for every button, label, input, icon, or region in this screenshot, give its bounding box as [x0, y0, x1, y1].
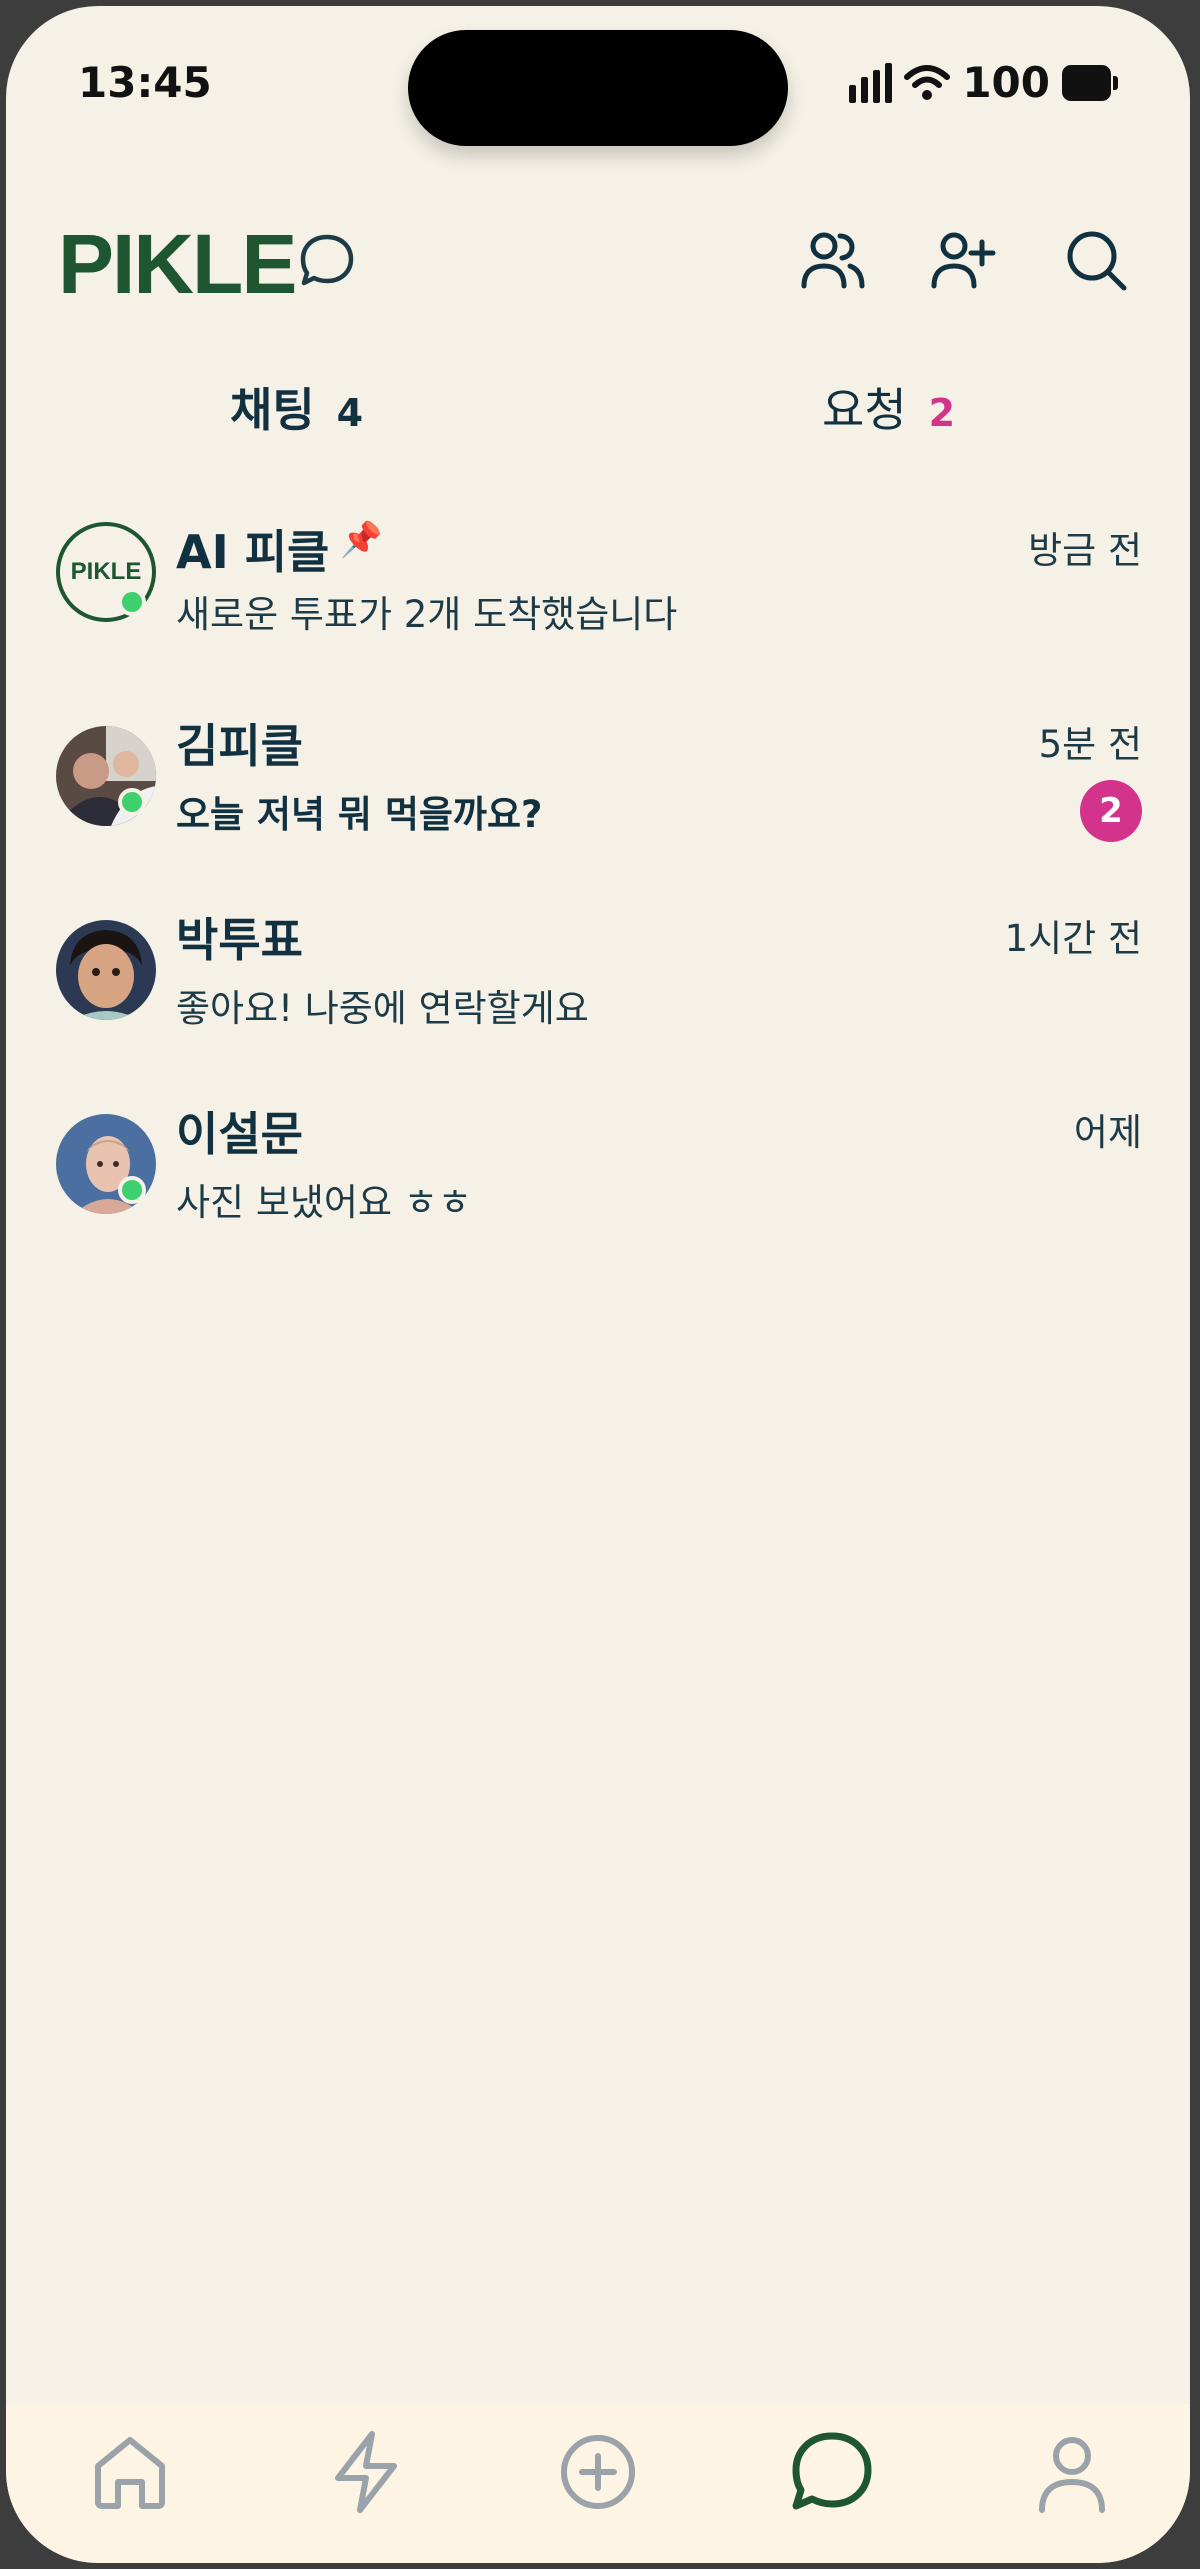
add-user-icon[interactable] — [926, 224, 998, 296]
status-indicators: 100 — [849, 58, 1118, 107]
friends-icon[interactable] — [796, 224, 868, 296]
home-icon[interactable] — [84, 2426, 176, 2518]
chat-time: 어제 — [1073, 1111, 1142, 1154]
pin-icon: 📌 — [340, 520, 383, 560]
chat-time: 5분 전 — [1038, 723, 1142, 766]
unread-badge: 2 — [1080, 780, 1142, 842]
tab-request-count: 2 — [928, 391, 956, 435]
dynamic-island — [408, 30, 788, 146]
chat-name: AI 피클 — [176, 525, 330, 579]
chat-message: 사진 보냈어요 ㅎㅎ — [176, 1181, 472, 1224]
tab-chat-count: 4 — [336, 391, 364, 435]
chat-item-lee[interactable]: 이설문 사진 보냈어요 ㅎㅎ 어제 — [6, 1074, 1190, 1264]
lightning-icon[interactable] — [320, 2426, 412, 2518]
chat-time: 방금 전 — [1028, 529, 1142, 572]
signal-icon — [849, 62, 893, 103]
chat-item-kim[interactable]: 김피클 오늘 저녁 뭐 먹을까요? 5분 전 2 — [6, 686, 1190, 876]
avatar-logo-text: PIKLE — [70, 558, 142, 585]
bottom-nav — [6, 2404, 1190, 2563]
online-indicator — [118, 1176, 146, 1204]
tab-chat-label: 채팅 — [230, 383, 315, 437]
chat-time: 1시간 전 — [1004, 917, 1142, 960]
chat-item-ai-pikle[interactable]: PIKLE AI 피클 📌 새로운 투표가 2개 도착했습니다 방금 전 — [6, 492, 1190, 682]
tab-request-label: 요청 — [822, 383, 907, 437]
tab-request[interactable]: 요청 2 — [822, 374, 955, 440]
chat-name: 박투표 — [176, 913, 303, 967]
plus-circle-icon[interactable] — [552, 2426, 644, 2518]
tab-chat[interactable]: 채팅 4 — [230, 374, 363, 440]
search-icon[interactable] — [1060, 224, 1132, 296]
battery-icon — [1062, 64, 1118, 102]
online-indicator — [118, 588, 146, 616]
chat-message: 새로운 투표가 2개 도착했습니다 — [176, 593, 678, 636]
app-logo: PIKLE — [58, 217, 297, 311]
chat-item-park[interactable]: 박투표 좋아요! 나중에 연락할게요 1시간 전 — [6, 880, 1190, 1070]
chat-icon[interactable] — [786, 2426, 878, 2518]
battery-percent: 100 — [962, 58, 1050, 107]
phone-screen: 13:45 100 PIKLE 채팅 4 요청 2 PIKLE AI 피클 📌 … — [6, 6, 1190, 2563]
chat-message: 좋아요! 나중에 연락할게요 — [176, 987, 589, 1030]
avatar — [56, 920, 156, 1020]
chat-message: 오늘 저녁 뭐 먹을까요? — [176, 793, 543, 836]
online-indicator — [118, 788, 146, 816]
chat-name: 김피클 — [176, 719, 303, 773]
chat-bubble-icon — [300, 234, 354, 286]
chat-name: 이설문 — [176, 1107, 303, 1161]
wifi-icon — [904, 64, 951, 100]
profile-icon[interactable] — [1026, 2426, 1118, 2518]
status-time: 13:45 — [78, 58, 212, 107]
